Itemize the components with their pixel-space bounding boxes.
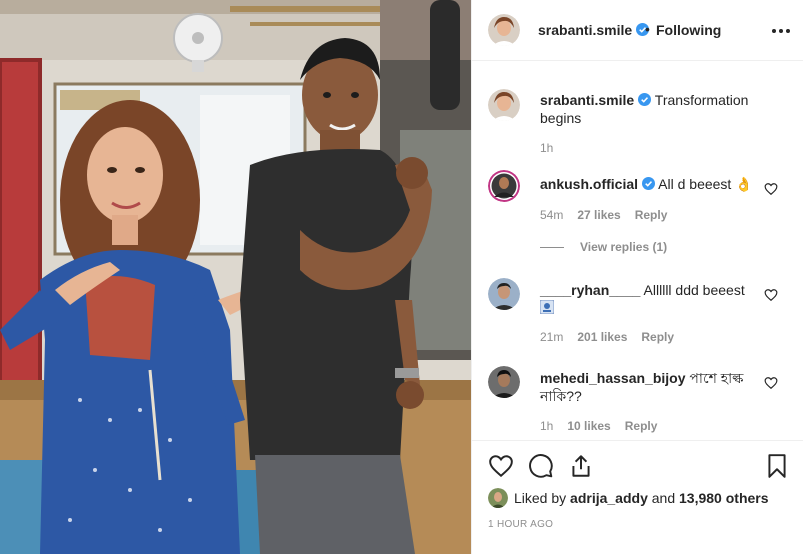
comments-list[interactable]: srabanti.smile Transformation begins 1h … bbox=[472, 62, 803, 440]
comment-meta: 1h 10 likes Reply bbox=[540, 419, 671, 433]
gym-photo-illustration bbox=[0, 0, 471, 554]
caption-meta: 1h bbox=[540, 141, 567, 155]
commenter-avatar[interactable] bbox=[488, 278, 520, 310]
reply-button[interactable]: Reply bbox=[625, 419, 658, 433]
comment-emoji-icon bbox=[540, 300, 554, 314]
view-replies-button[interactable]: View replies (1) bbox=[540, 240, 667, 254]
view-replies-line bbox=[540, 246, 564, 248]
liked-by-others[interactable]: 13,980 others bbox=[679, 490, 769, 506]
author-avatar[interactable] bbox=[488, 14, 520, 46]
author-username[interactable]: srabanti.smile bbox=[538, 22, 650, 38]
comment-text: ____ryhan____ Allllll ddd beeest bbox=[540, 281, 770, 299]
comment-meta: 54m 27 likes Reply bbox=[540, 208, 681, 222]
comment-likes[interactable]: 201 likes bbox=[577, 330, 627, 344]
heart-icon[interactable] bbox=[488, 453, 514, 479]
verified-badge-icon bbox=[642, 177, 656, 190]
following-button[interactable]: Following bbox=[656, 22, 721, 38]
header-separator: • bbox=[645, 21, 650, 37]
liked-by-user[interactable]: adrija_addy bbox=[570, 490, 648, 506]
verified-badge-icon bbox=[638, 93, 652, 106]
liker-avatar[interactable] bbox=[488, 488, 508, 508]
instagram-post: srabanti.smile • Following srabanti.smil… bbox=[0, 0, 803, 554]
post-header: srabanti.smile • Following bbox=[472, 0, 803, 61]
comment-text: ankush.official All d beeest 👌 bbox=[540, 175, 770, 193]
post-side-panel: srabanti.smile • Following srabanti.smil… bbox=[471, 0, 803, 554]
comment-body: All d beeest 👌 bbox=[658, 176, 753, 192]
caption-time[interactable]: 1h bbox=[540, 141, 553, 155]
bookmark-icon[interactable] bbox=[764, 453, 790, 479]
comment-time[interactable]: 54m bbox=[540, 208, 563, 222]
comment-time[interactable]: 21m bbox=[540, 330, 563, 344]
share-icon[interactable] bbox=[568, 453, 594, 479]
view-replies-label: View replies (1) bbox=[580, 240, 668, 254]
caption-author-avatar[interactable] bbox=[488, 89, 520, 121]
caption-text: srabanti.smile Transformation begins bbox=[540, 91, 770, 127]
commenter-username[interactable]: mehedi_hassan_bijoy bbox=[540, 370, 686, 386]
post-timestamp[interactable]: 1 HOUR AGO bbox=[488, 519, 553, 530]
comment-body: Allllll ddd beeest bbox=[643, 282, 745, 298]
liked-by-and: and bbox=[651, 490, 676, 506]
comment-like-heart-icon[interactable] bbox=[764, 376, 778, 390]
comment-likes[interactable]: 27 likes bbox=[577, 208, 620, 222]
commenter-avatar[interactable] bbox=[488, 366, 520, 398]
commenter-username[interactable]: ankush.official bbox=[540, 176, 638, 192]
reply-button[interactable]: Reply bbox=[641, 330, 674, 344]
comment-meta: 21m 201 likes Reply bbox=[540, 330, 688, 344]
caption-username[interactable]: srabanti.smile bbox=[540, 92, 634, 108]
likes-summary: Liked by adrija_addy and 13,980 others bbox=[488, 488, 769, 508]
reply-button[interactable]: Reply bbox=[635, 208, 668, 222]
comment-like-heart-icon[interactable] bbox=[764, 288, 778, 302]
comment-text: mehedi_hassan_bijoy পাশে হাল্ক নাকি?? bbox=[540, 369, 770, 405]
comment-time[interactable]: 1h bbox=[540, 419, 553, 433]
post-actions: Liked by adrija_addy and 13,980 others 1… bbox=[472, 440, 803, 554]
post-photo[interactable] bbox=[0, 0, 471, 554]
more-options-icon[interactable] bbox=[772, 22, 790, 40]
comment-like-heart-icon[interactable] bbox=[764, 182, 778, 196]
commenter-avatar[interactable] bbox=[488, 170, 520, 202]
commenter-username[interactable]: ____ryhan____ bbox=[540, 282, 640, 298]
liked-by-prefix: Liked by bbox=[514, 490, 567, 506]
comment-icon[interactable] bbox=[528, 453, 554, 479]
comment-likes[interactable]: 10 likes bbox=[567, 419, 610, 433]
